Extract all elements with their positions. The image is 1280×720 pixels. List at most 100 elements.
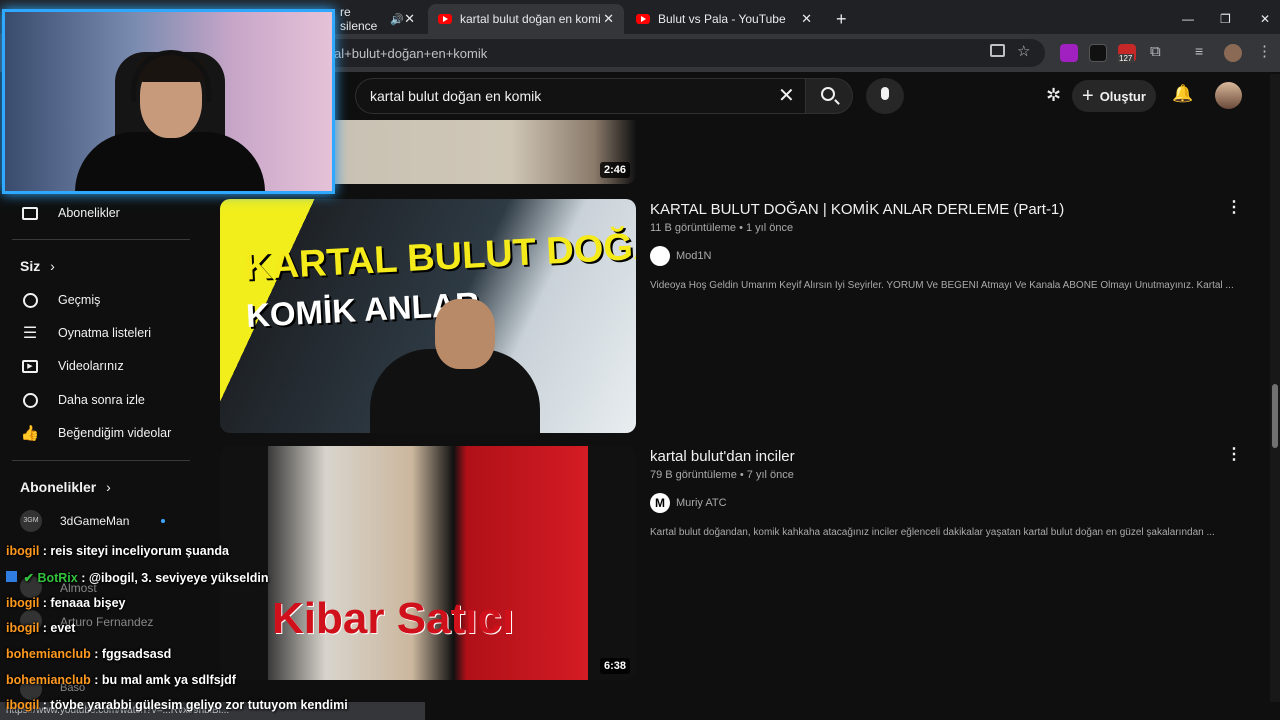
tab-title: Bulut vs Pala - YouTube — [658, 12, 786, 26]
chat-username: bohemianclub — [6, 673, 91, 687]
youtube-favicon-icon — [438, 14, 452, 24]
sidebar-item-history[interactable]: Geçmiş — [12, 285, 192, 315]
video-description-2: Kartal bulut doğandan, komik kahkaha ata… — [650, 527, 1215, 538]
verified-badge-icon: ✔ — [23, 571, 34, 585]
new-tab-button[interactable]: + — [826, 4, 856, 34]
video-channel-1[interactable]: Mod1N — [650, 246, 711, 266]
chat-username: BotRix — [37, 571, 78, 585]
voice-search-button[interactable] — [866, 78, 904, 114]
extensions-puzzle-icon[interactable]: ⧉ — [1150, 43, 1161, 60]
channel-name: Muriy ATC — [676, 497, 727, 509]
tab-bulut-vs-pala[interactable]: Bulut vs Pala - YouTube ✕ — [626, 4, 822, 34]
your-videos-icon: ▶ — [20, 357, 40, 375]
more-actions-icon[interactable]: ⋮ — [1226, 197, 1242, 217]
youtube-sidebar: Abonelikler Siz › Geçmiş ☰ Oynatma liste… — [0, 194, 200, 720]
create-label: Oluştur — [1099, 88, 1146, 104]
media-control-icon[interactable]: ≡ — [1195, 43, 1203, 59]
more-actions-icon[interactable]: ⋮ — [1226, 444, 1242, 464]
search-icon-handle — [834, 99, 840, 105]
sidebar-item-liked-videos[interactable]: 👍 Beğendiğim videolar — [12, 418, 192, 448]
extension-dark-icon[interactable] — [1089, 44, 1107, 62]
sidebar-item-playlists[interactable]: ☰ Oynatma listeleri — [12, 318, 192, 348]
tab-kartal-search[interactable]: kartal bulut doğan en komik - Y ✕ — [428, 4, 624, 34]
sidebar-item-label: Beğendiğim videolar — [58, 426, 172, 440]
bookmark-star-icon[interactable]: ☆ — [1017, 42, 1030, 60]
chat-username: ibogil — [6, 596, 40, 610]
subscriptions-icon — [20, 204, 40, 222]
streamer-body — [75, 132, 265, 191]
channel-avatar: M — [650, 493, 670, 513]
chat-message: bohemianclub : fggsadsasd — [6, 647, 171, 661]
section-title: Abonelikler — [20, 479, 97, 495]
thumbnail-title-line1: KARTAL BULUT DOĞAN — [243, 223, 636, 289]
chat-text: : @ibogil, 3. seviyeye yükseldin — [77, 571, 269, 585]
thumbnail-collage — [268, 446, 588, 680]
video-thumbnail-2[interactable]: Kibar Satıcı 6:38 — [220, 446, 636, 680]
speaker-icon[interactable]: 🔊 — [390, 13, 404, 26]
sidebar-item-label: Daha sonra izle — [58, 393, 145, 407]
webcam-overlay — [2, 9, 335, 194]
sidebar-item-label: Abonelikler — [58, 206, 120, 220]
sidebar-item-watch-later[interactable]: Daha sonra izle — [12, 385, 192, 415]
address-bar[interactable]: al+bulut+doğan+en+komik — [320, 39, 1045, 67]
profile-avatar[interactable] — [1224, 44, 1242, 62]
tab-title: re silence — [340, 5, 378, 33]
chat-text: : fggsadsasd — [90, 647, 172, 661]
section-title: Siz — [20, 258, 41, 274]
chat-message: ibogil : reis siteyi inceliyorum şuanda — [6, 544, 229, 558]
watch-later-icon — [20, 391, 40, 409]
browser-menu-icon[interactable]: ⋮ — [1257, 42, 1272, 60]
tab-close-icon[interactable]: ✕ — [603, 11, 614, 27]
install-icon[interactable] — [990, 44, 1005, 57]
tab-close-icon[interactable]: ✕ — [801, 11, 812, 27]
notifications-bell-icon[interactable]: 🔔 — [1172, 84, 1193, 104]
sidebar-item-label: Oynatma listeleri — [58, 326, 152, 340]
create-shorts-icon[interactable]: ✲ — [1046, 85, 1061, 106]
new-content-dot — [161, 519, 165, 523]
plus-icon: + — [1082, 84, 1094, 107]
youtube-favicon-icon — [636, 14, 650, 24]
extension-purple-icon[interactable] — [1060, 44, 1078, 62]
video-title-2[interactable]: kartal bulut'dan inciler — [650, 448, 795, 465]
search-input[interactable]: kartal bulut doğan en komik — [355, 78, 810, 114]
sidebar-divider — [12, 460, 190, 461]
microphone-icon — [881, 87, 889, 100]
create-button[interactable]: + Oluştur — [1072, 80, 1156, 112]
sidebar-channel-3dgameman[interactable]: 3GM 3dGameMan — [0, 508, 190, 534]
chevron-right-icon: › — [50, 258, 55, 274]
channel-avatar: 3GM — [20, 510, 42, 532]
chat-username: ibogil — [6, 544, 40, 558]
thumbnail-text: Kibar Satıcı — [272, 594, 515, 643]
bot-badge-icon — [6, 571, 17, 582]
maximize-button[interactable]: ❐ — [1210, 4, 1240, 34]
liked-icon: 👍 — [20, 425, 40, 442]
sidebar-item-label: Videolarınız — [58, 359, 124, 373]
video-meta-1: 11 B görüntüleme • 1 yıl önce — [650, 222, 794, 234]
sidebar-item-subscriptions[interactable]: Abonelikler — [12, 198, 192, 228]
channel-avatar — [650, 246, 670, 266]
extension-badge: 127 — [1117, 54, 1135, 63]
tab-silence[interactable]: re silence 🔊 ✕ — [330, 4, 425, 34]
history-icon — [20, 291, 40, 309]
window-close-button[interactable]: ✕ — [1250, 4, 1280, 34]
minimize-button[interactable]: — — [1172, 4, 1202, 34]
sidebar-section-you[interactable]: Siz › — [20, 258, 55, 274]
tab-title: kartal bulut doğan en komik - Y — [460, 12, 600, 26]
page-scrollbar[interactable] — [1270, 74, 1280, 702]
tab-close-icon[interactable]: ✕ — [404, 11, 415, 27]
sidebar-section-subscriptions[interactable]: Abonelikler › — [20, 479, 111, 495]
playlist-icon: ☰ — [22, 325, 38, 342]
chat-message: ibogil : fenaaa bişey — [6, 596, 125, 610]
sidebar-item-your-videos[interactable]: ▶ Videolarınız — [12, 351, 192, 381]
clear-search-icon[interactable]: ✕ — [778, 83, 795, 108]
account-avatar[interactable] — [1215, 82, 1242, 109]
video-channel-2[interactable]: M Muriy ATC — [650, 493, 727, 513]
search-button[interactable] — [805, 78, 853, 114]
chat-message: bohemianclub : bu mal amk ya sdlfsjdf — [6, 673, 236, 687]
video-thumbnail-1[interactable]: KARTAL BULUT DOĞAN KOMİK ANLAR — [220, 199, 636, 433]
scrollbar-thumb[interactable] — [1272, 384, 1278, 448]
video-meta-2: 79 B görüntüleme • 7 yıl önce — [650, 469, 794, 481]
video-title-1[interactable]: KARTAL BULUT DOĞAN | KOMİK ANLAR DERLEME… — [650, 201, 1064, 218]
channel-name: 3dGameMan — [60, 514, 130, 528]
chat-text: : reis siteyi inceliyorum şuanda — [39, 544, 229, 558]
